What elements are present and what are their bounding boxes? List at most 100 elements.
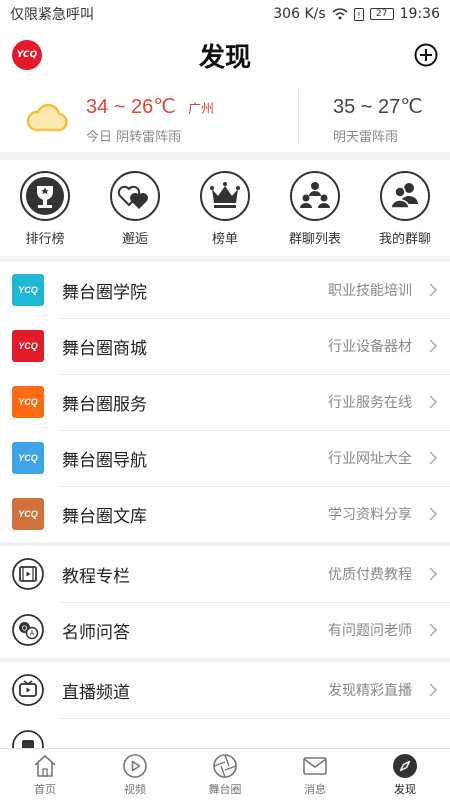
- network-speed: 306 K/s: [273, 6, 326, 22]
- navigation-logo-icon: YCQ: [12, 442, 44, 474]
- menu-academy[interactable]: YCQ 舞台圈学院 职业技能培训: [0, 262, 450, 318]
- tab-home[interactable]: 首页: [0, 749, 90, 800]
- cloud-icon: [26, 103, 68, 132]
- row-title: 舞台圈服务: [62, 394, 147, 415]
- chevron-right-icon: [429, 623, 438, 637]
- chevron-right-icon: [429, 507, 438, 521]
- chevron-right-icon: [429, 567, 438, 581]
- crown-icon: [200, 171, 250, 221]
- qa-icon: QA: [12, 614, 44, 646]
- service-logo-icon: YCQ: [12, 386, 44, 418]
- info-icon: [12, 730, 44, 748]
- chevron-right-icon: [429, 339, 438, 353]
- chevron-right-icon: [429, 451, 438, 465]
- chevron-right-icon: [429, 395, 438, 409]
- home-icon: [34, 754, 56, 777]
- menu-library[interactable]: YCQ 舞台圈文库 学习资料分享: [0, 486, 450, 542]
- weather-today: 34 ~ 26℃ 广州 今日 阴转雷阵雨: [0, 82, 298, 152]
- hearts-icon: [110, 171, 160, 221]
- row-subtitle: 优质付费教程: [328, 567, 412, 583]
- tab-label: 首页: [34, 783, 56, 796]
- row-subtitle: 有问题问老师: [328, 623, 412, 639]
- status-right: 306 K/s ! 27 19:36: [273, 6, 440, 22]
- menu-mall[interactable]: YCQ 舞台圈商城 行业设备器材: [0, 318, 450, 374]
- tab-stage-circle[interactable]: 舞台圈: [180, 749, 270, 800]
- menu-live[interactable]: 直播频道 发现精彩直播: [0, 662, 450, 718]
- tomorrow-temperature: 35 ~ 27℃: [333, 96, 423, 118]
- page-title: 发现: [198, 42, 251, 73]
- row-title: 舞台圈文库: [62, 506, 147, 527]
- tab-label: 发现: [394, 783, 416, 796]
- row-subtitle: 行业网址大全: [328, 451, 412, 467]
- row-subtitle: 行业设备器材: [328, 339, 412, 355]
- tab-messages[interactable]: 消息: [270, 749, 360, 800]
- quick-actions: 排行榜 邂逅 榜单 群聊列表 我的群聊: [0, 160, 450, 256]
- row-title: 教程专栏: [62, 566, 130, 587]
- app-logo[interactable]: YCQ: [12, 40, 42, 70]
- menu-partial-item[interactable]: [0, 718, 450, 748]
- users-icon: [380, 171, 430, 221]
- status-bar: 仅限紧急呼叫 306 K/s ! 27 19:36: [0, 0, 450, 28]
- clock: 19:36: [399, 6, 440, 22]
- wifi-icon: [332, 8, 348, 20]
- learning-menu: 教程专栏 优质付费教程 QA 名师问答 有问题问老师: [0, 546, 450, 658]
- mail-icon: [303, 757, 327, 775]
- quick-group-list[interactable]: 群聊列表: [270, 160, 360, 256]
- compass-icon: [393, 754, 417, 778]
- trophy-icon: [20, 171, 70, 221]
- bottom-tab-bar: 首页 视频 舞台圈 消息 发现: [0, 748, 450, 800]
- tab-discover[interactable]: 发现: [360, 749, 450, 800]
- top-header: YCQ 发现: [0, 28, 450, 82]
- menu-navigation[interactable]: YCQ 舞台圈导航 行业网址大全: [0, 430, 450, 486]
- today-temperature: 34 ~ 26℃: [86, 96, 176, 118]
- row-subtitle: 职业技能培训: [328, 283, 412, 299]
- quick-label: 群聊列表: [288, 232, 341, 247]
- chevron-right-icon: [429, 283, 438, 297]
- quick-label: 邂逅: [121, 232, 148, 247]
- row-title: 舞台圈导航: [62, 450, 147, 471]
- mall-logo-icon: YCQ: [12, 330, 44, 362]
- svg-text:A: A: [30, 630, 35, 638]
- city-label: 广州: [188, 102, 215, 117]
- today-description: 今日 阴转雷阵雨: [86, 130, 182, 145]
- quick-chart[interactable]: 榜单: [180, 160, 270, 256]
- row-subtitle: 行业服务在线: [328, 395, 412, 411]
- quick-label: 我的群聊: [378, 232, 431, 247]
- tab-label: 视频: [124, 783, 146, 796]
- tab-video[interactable]: 视频: [90, 749, 180, 800]
- tv-icon: [12, 674, 44, 706]
- row-title: 名师问答: [62, 622, 130, 643]
- quick-label: 榜单: [211, 232, 238, 247]
- row-title: 舞台圈学院: [62, 282, 147, 303]
- quick-label: 排行榜: [25, 232, 65, 247]
- aperture-icon: [213, 754, 237, 778]
- tomorrow-description: 明天雷阵雨: [333, 130, 399, 145]
- sim-icon: !: [353, 7, 364, 21]
- group-icon: [290, 171, 340, 221]
- row-subtitle: 学习资料分享: [328, 507, 412, 523]
- svg-text:!: !: [357, 11, 360, 20]
- row-title: 直播频道: [62, 682, 130, 703]
- weather-tomorrow: 35 ~ 27℃ 明天雷阵雨: [299, 82, 450, 152]
- tab-label: 舞台圈: [208, 783, 242, 796]
- library-logo-icon: YCQ: [12, 498, 44, 530]
- weather-card[interactable]: 34 ~ 26℃ 广州 今日 阴转雷阵雨 35 ~ 27℃ 明天雷阵雨: [0, 82, 450, 152]
- quick-encounter[interactable]: 邂逅: [90, 160, 180, 256]
- quick-ranking[interactable]: 排行榜: [0, 160, 90, 256]
- quick-my-groups[interactable]: 我的群聊: [360, 160, 450, 256]
- play-icon: [123, 754, 147, 778]
- stage-circle-menu: YCQ 舞台圈学院 职业技能培训 YCQ 舞台圈商城 行业设备器材 YCQ 舞台…: [0, 262, 450, 542]
- add-button[interactable]: [414, 43, 438, 67]
- menu-tutorials[interactable]: 教程专栏 优质付费教程: [0, 546, 450, 602]
- menu-qa[interactable]: QA 名师问答 有问题问老师: [0, 602, 450, 658]
- menu-service[interactable]: YCQ 舞台圈服务 行业服务在线: [0, 374, 450, 430]
- battery-icon: 27: [369, 8, 394, 20]
- row-subtitle: 发现精彩直播: [328, 683, 412, 699]
- row-title: 舞台圈商城: [62, 338, 147, 359]
- tab-label: 消息: [304, 783, 326, 796]
- carrier-text: 仅限紧急呼叫: [10, 7, 94, 23]
- chevron-right-icon: [429, 683, 438, 697]
- live-menu: 直播频道 发现精彩直播: [0, 662, 450, 748]
- academy-logo-icon: YCQ: [12, 274, 44, 306]
- film-icon: [12, 558, 44, 590]
